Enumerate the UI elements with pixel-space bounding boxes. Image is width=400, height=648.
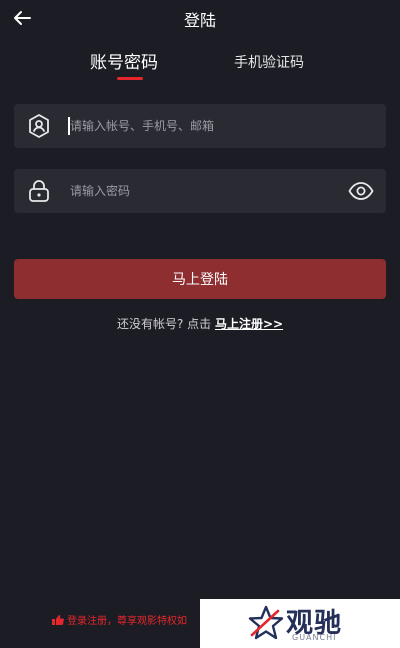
register-prompt: 还没有帐号? 点击 马上注册>> xyxy=(0,315,400,332)
register-link[interactable]: 马上注册>> xyxy=(215,317,283,331)
tab-sms-code[interactable]: 手机验证码 xyxy=(234,52,304,72)
page-title: 登陆 xyxy=(183,11,216,30)
watermark-logo: 观驰 GUANCHI xyxy=(200,599,400,648)
agreement-notice: 登录注册，尊享观影特权如 xyxy=(52,612,200,627)
agreement-text: 登录注册，尊享观影特权如 xyxy=(67,616,187,627)
text-cursor xyxy=(68,117,70,135)
password-input[interactable] xyxy=(70,169,340,213)
tab-account-password[interactable]: 账号密码 xyxy=(90,48,158,80)
tab-active-indicator xyxy=(117,77,143,80)
register-prompt-text: 还没有帐号? 点击 xyxy=(116,317,215,331)
star-logo-icon xyxy=(248,605,284,640)
login-tabs: 账号密码 手机验证码 xyxy=(0,48,400,88)
thumbs-up-icon xyxy=(52,615,64,625)
tab-account-password-label: 账号密码 xyxy=(90,53,158,73)
account-input[interactable] xyxy=(70,104,340,148)
header: 登陆 xyxy=(0,0,400,36)
eye-icon[interactable] xyxy=(348,179,374,203)
login-button[interactable]: 马上登陆 xyxy=(14,259,386,299)
watermark-subtitle: GUANCHI xyxy=(292,633,337,642)
user-shield-icon xyxy=(29,114,49,138)
password-field[interactable] xyxy=(14,169,386,213)
lock-icon xyxy=(29,180,49,202)
